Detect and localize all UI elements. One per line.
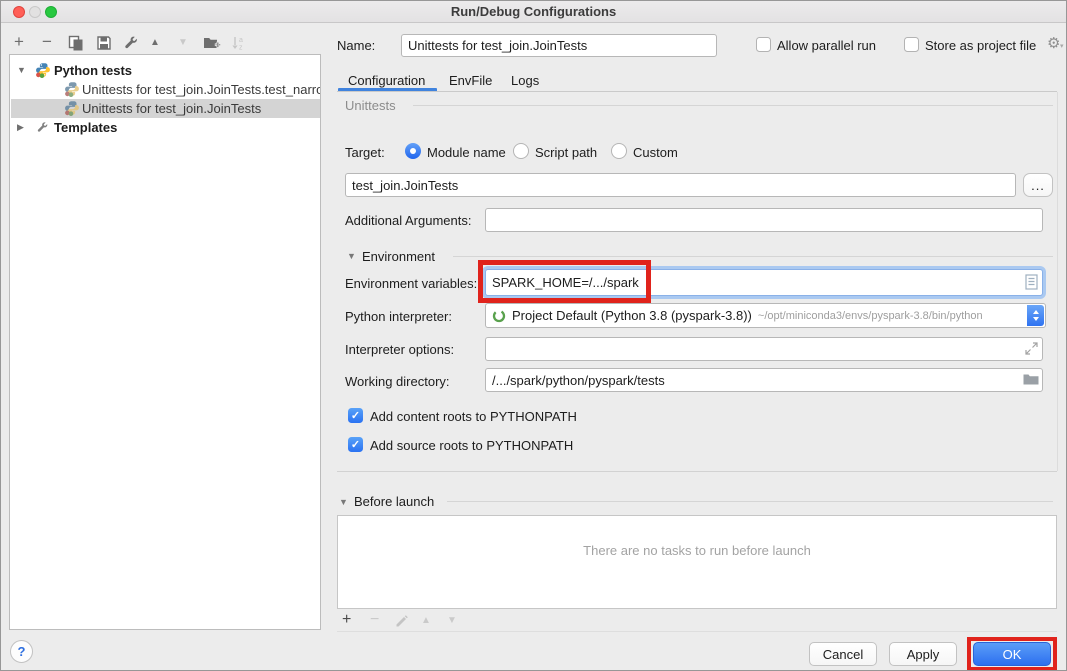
unittests-group-line (413, 105, 1053, 106)
tab-divider (337, 91, 1057, 92)
before-launch-move-down-icon[interactable]: ▼ (447, 615, 457, 627)
window-title: Run/Debug Configurations (1, 4, 1066, 19)
tree-collapsed-icon[interactable]: ▶ (17, 122, 24, 133)
target-script-path-label: Script path (535, 145, 597, 160)
browse-module-button[interactable]: ... (1023, 173, 1053, 197)
tree-group-python-tests[interactable]: ▼ Python tests (11, 61, 320, 80)
interpreter-options-input[interactable] (485, 337, 1043, 361)
apply-button[interactable]: Apply (889, 642, 957, 666)
tree-item-label: Unittests for test_join.JoinTests (82, 101, 261, 116)
add-configuration-icon[interactable]: + (14, 34, 24, 50)
additional-arguments-label: Additional Arguments: (345, 213, 471, 228)
tree-expanded-icon[interactable]: ▼ (17, 65, 26, 75)
python-tests-icon (35, 62, 51, 80)
store-as-project-file-label: Store as project file (925, 38, 1036, 53)
titlebar: Run/Debug Configurations (1, 1, 1066, 23)
tab-configuration[interactable]: Configuration (348, 73, 425, 88)
python-test-icon (64, 100, 80, 118)
before-launch-edit-pencil-icon[interactable] (395, 614, 409, 631)
move-up-icon[interactable]: ▲ (150, 37, 160, 49)
add-source-roots-checkbox[interactable]: ✓ (348, 437, 363, 452)
target-custom-radio[interactable] (611, 143, 627, 159)
environment-variables-input[interactable]: SPARK_HOME=/.../spark (485, 269, 1043, 296)
working-directory-value: /.../spark/python/pyspark/tests (492, 373, 665, 388)
expand-field-icon[interactable] (1025, 342, 1038, 358)
tree-item-label: Unittests for test_join.JoinTests.test_n… (82, 82, 320, 97)
save-configuration-icon[interactable] (96, 35, 112, 54)
content-right-divider (1057, 92, 1058, 471)
tree-item-test-narrow[interactable]: Unittests for test_join.JoinTests.test_n… (11, 80, 320, 99)
ok-button[interactable]: OK (973, 642, 1051, 666)
cancel-button[interactable]: Cancel (809, 642, 877, 666)
before-launch-bottom-divider (337, 631, 1057, 632)
tree-item-jointests-selected[interactable]: Unittests for test_join.JoinTests (11, 99, 320, 118)
before-launch-section-line (447, 501, 1053, 502)
svg-text:z: z (239, 45, 243, 52)
check-icon: ✓ (351, 438, 360, 451)
conda-environment-icon (492, 309, 506, 323)
config-bottom-divider (337, 471, 1057, 472)
before-launch-add-icon[interactable]: + (342, 612, 351, 628)
add-content-roots-label: Add content roots to PYTHONPATH (370, 409, 577, 424)
tree-templates-label: Templates (54, 120, 117, 135)
python-test-icon (64, 81, 80, 99)
environment-variables-value: SPARK_HOME=/.../spark (492, 275, 639, 290)
unittests-group-title: Unittests (345, 98, 396, 113)
name-value: Unittests for test_join.JoinTests (408, 38, 587, 53)
run-debug-configurations-dialog: Run/Debug Configurations + − ▲ ▼ az ▼ Py… (0, 0, 1067, 671)
name-input[interactable]: Unittests for test_join.JoinTests (401, 34, 717, 57)
configurations-tree: ▼ Python tests Unittests for test_join.J… (9, 54, 321, 630)
remove-configuration-icon[interactable]: − (42, 34, 52, 50)
environment-collapse-icon[interactable]: ▼ (347, 251, 356, 261)
svg-text:a: a (239, 37, 243, 44)
module-name-value: test_join.JoinTests (352, 178, 458, 193)
browse-folder-icon[interactable] (1023, 373, 1039, 389)
before-launch-empty-text: There are no tasks to run before launch (337, 543, 1057, 558)
name-label: Name: (337, 38, 375, 53)
add-source-roots-label: Add source roots to PYTHONPATH (370, 438, 573, 453)
add-content-roots-checkbox[interactable]: ✓ (348, 408, 363, 423)
module-name-input[interactable]: test_join.JoinTests (345, 173, 1016, 197)
allow-parallel-run-label: Allow parallel run (777, 38, 876, 53)
copy-configuration-icon[interactable] (68, 35, 84, 54)
templates-wrench-icon (36, 121, 49, 137)
environment-variables-label: Environment variables: (345, 276, 477, 291)
working-directory-label: Working directory: (345, 374, 450, 389)
target-script-path-radio[interactable] (513, 143, 529, 159)
tree-group-label: Python tests (54, 63, 132, 78)
combobox-stepper[interactable] (1027, 305, 1044, 326)
allow-parallel-run-checkbox[interactable] (756, 37, 771, 52)
edit-templates-wrench-icon[interactable] (123, 35, 139, 54)
additional-arguments-input[interactable] (485, 208, 1043, 232)
before-launch-remove-icon[interactable]: − (370, 612, 379, 628)
store-as-project-file-checkbox[interactable] (904, 37, 919, 52)
help-button[interactable]: ? (10, 640, 33, 663)
target-label: Target: (345, 145, 385, 160)
tree-group-templates[interactable]: ▶ Templates (11, 118, 320, 137)
new-folder-icon[interactable] (203, 35, 221, 54)
move-down-icon[interactable]: ▼ (178, 37, 188, 49)
sort-alphabetically-icon[interactable]: az (230, 35, 246, 54)
environment-section-line (453, 256, 1053, 257)
environment-variables-list-icon[interactable] (1025, 274, 1038, 293)
before-launch-collapse-icon[interactable]: ▼ (339, 497, 348, 507)
before-launch-task-list[interactable] (337, 515, 1057, 609)
target-module-name-label: Module name (427, 145, 506, 160)
python-interpreter-label: Python interpreter: (345, 309, 452, 324)
python-interpreter-path: ~/opt/miniconda3/envs/pyspark-3.8/bin/py… (758, 310, 983, 322)
target-custom-label: Custom (633, 145, 678, 160)
check-icon: ✓ (351, 409, 360, 422)
before-launch-section-label: Before launch (354, 494, 434, 509)
gear-icon[interactable]: ⚙ (1047, 34, 1060, 52)
gear-dropdown-icon[interactable]: ▾ (1060, 42, 1064, 50)
python-interpreter-value: Project Default (Python 3.8 (pyspark-3.8… (512, 308, 752, 323)
before-launch-move-up-icon[interactable]: ▲ (421, 615, 431, 627)
interpreter-options-label: Interpreter options: (345, 342, 454, 357)
tab-logs[interactable]: Logs (511, 73, 539, 88)
python-interpreter-combobox[interactable]: Project Default (Python 3.8 (pyspark-3.8… (485, 303, 1046, 328)
working-directory-input[interactable]: /.../spark/python/pyspark/tests (485, 368, 1043, 392)
tab-envfile[interactable]: EnvFile (449, 73, 492, 88)
target-module-name-radio[interactable] (405, 143, 421, 159)
environment-section-label: Environment (362, 249, 435, 264)
